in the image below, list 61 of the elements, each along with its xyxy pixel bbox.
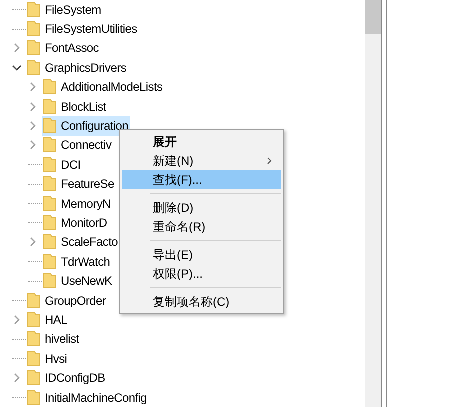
menu-item[interactable]: 重命名(R) <box>122 217 281 236</box>
menu-item[interactable]: 复制项名称(C) <box>122 292 281 311</box>
menu-item[interactable]: 导出(E) <box>122 245 281 264</box>
chevron-right-icon[interactable] <box>28 140 38 150</box>
tree-item[interactable]: Configuration <box>42 116 130 136</box>
folder-icon <box>27 390 41 406</box>
folder-icon <box>43 273 57 290</box>
tree-item[interactable]: IDConfigDB <box>26 368 108 388</box>
scrollbar[interactable] <box>365 0 381 407</box>
folder-icon <box>43 137 57 154</box>
tree-item[interactable]: FileSystem <box>26 0 104 20</box>
tree-item[interactable]: GroupOrder <box>26 290 108 310</box>
folder-icon <box>43 118 57 134</box>
folder-icon <box>27 2 41 18</box>
folder-icon <box>27 370 41 386</box>
chevron-right-icon[interactable] <box>12 373 22 384</box>
chevron-right-icon[interactable] <box>28 102 38 112</box>
tree-item[interactable]: FileSystemUtilities <box>26 19 140 39</box>
folder-icon <box>27 292 41 309</box>
folder-icon <box>43 214 57 231</box>
menu-item[interactable]: 查找(F)... <box>122 170 281 189</box>
tree-item[interactable]: HAL <box>26 310 70 330</box>
folder-icon <box>27 331 41 348</box>
chevron-right-icon <box>267 157 273 165</box>
tree-item[interactable]: MemoryN <box>42 194 113 214</box>
chevron-right-icon[interactable] <box>12 314 22 325</box>
tree-item[interactable]: MonitorD <box>42 213 110 233</box>
menu-item[interactable]: 权限(P)... <box>122 264 281 283</box>
folder-icon <box>43 156 57 173</box>
folder-icon <box>43 196 57 212</box>
tree-item[interactable]: UseNewK <box>42 271 114 291</box>
chevron-right-icon[interactable] <box>28 121 38 132</box>
folder-icon <box>43 176 57 192</box>
tree-item[interactable]: FeatureSe <box>42 174 116 194</box>
chevron-right-icon[interactable] <box>12 43 22 54</box>
chevron-down-icon[interactable] <box>12 62 22 73</box>
folder-icon <box>43 98 57 115</box>
tree-item[interactable]: Hvsi <box>26 349 70 368</box>
tree-item[interactable]: AdditionalModeLists <box>42 78 165 97</box>
tree-item[interactable]: TdrWatch <box>42 252 112 272</box>
tree-item[interactable]: GraphicsDrivers <box>26 58 129 78</box>
tree-item[interactable]: Connectiv <box>42 136 114 156</box>
tree-item[interactable]: ScaleFacto <box>42 232 120 252</box>
folder-icon <box>43 234 57 250</box>
folder-icon <box>27 60 41 76</box>
scrollbar-thumb[interactable] <box>365 0 381 34</box>
tree-item[interactable]: FontAssoc <box>26 38 101 58</box>
chevron-right-icon[interactable] <box>28 82 38 92</box>
menu-item[interactable]: 删除(D) <box>122 198 281 217</box>
chevron-right-icon[interactable] <box>28 237 38 248</box>
menu-item[interactable]: 新建(N) <box>122 151 281 170</box>
folder-icon <box>43 254 57 270</box>
folder-icon <box>43 79 57 96</box>
folder-icon <box>27 40 41 56</box>
folder-icon <box>27 312 41 328</box>
tree-item[interactable]: BlockList <box>42 96 108 116</box>
tree-item[interactable]: DCI <box>42 155 83 175</box>
tree-item[interactable]: hivelist <box>26 330 82 350</box>
tree-item[interactable]: InitialMachineConfig <box>26 388 150 407</box>
folder-icon <box>27 21 41 38</box>
folder-icon <box>27 350 41 367</box>
